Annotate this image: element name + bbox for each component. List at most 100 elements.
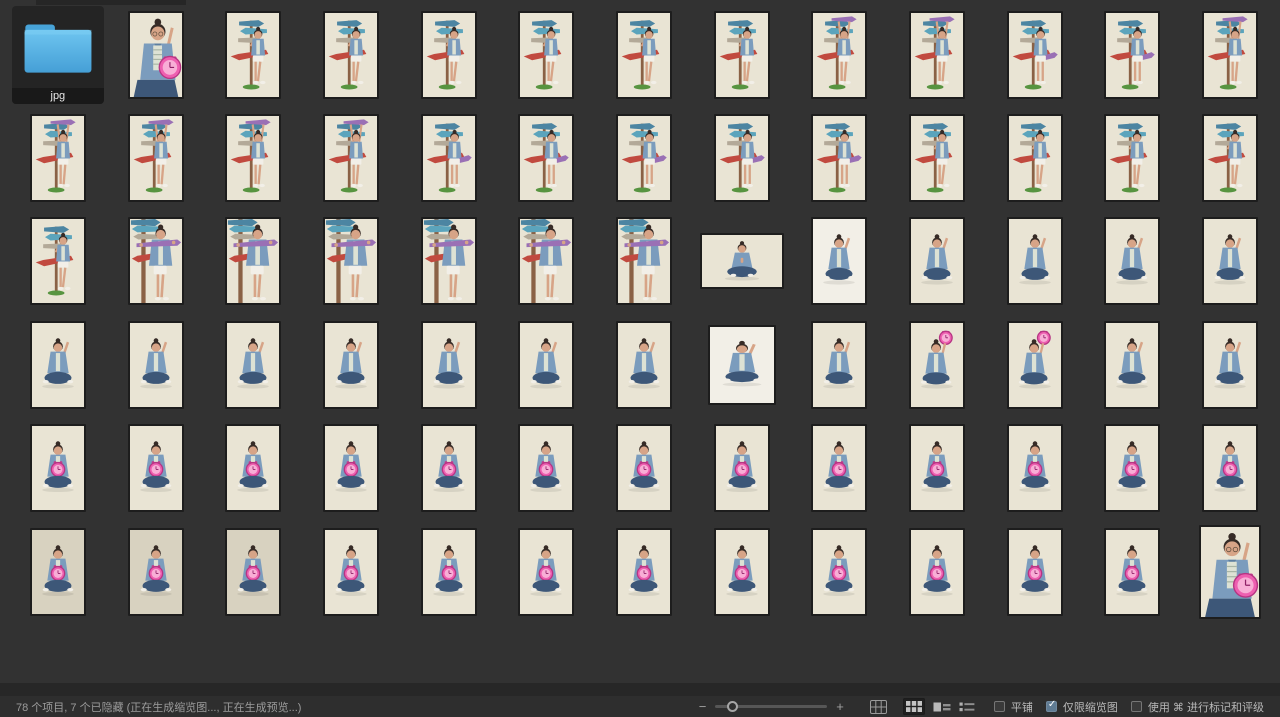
thumbnail-sign-close[interactable] [518,217,574,305]
thumbnail-sign-up[interactable] [811,11,867,99]
thumbnail-sit-clock[interactable] [714,424,770,512]
lock-thumbnail-grid-button[interactable] [870,700,887,714]
thumbnail-sit[interactable] [811,321,867,409]
thumbnail-sit-clock[interactable] [323,528,379,616]
grid-cell [693,3,791,106]
thumbnail-sit-clock[interactable] [1104,528,1160,616]
thumbnail-sit[interactable] [1104,321,1160,409]
grid-view-button[interactable] [903,698,925,715]
thumbnail-sit[interactable] [811,217,867,305]
thumbnail-portrait[interactable] [1199,525,1261,619]
thumbnail-sit-clock[interactable] [909,424,965,512]
thumbnail-sign-stand[interactable] [811,114,867,202]
thumbnail-sit-clock-up[interactable] [909,321,965,409]
thumbnail-sit[interactable] [421,321,477,409]
thumbnail-sit-clock-up[interactable] [1007,321,1063,409]
thumbnail-sit[interactable] [323,321,379,409]
grid-cell [204,106,302,209]
thumbnail-sign-close[interactable] [225,217,281,305]
thumbnail-sign-lean[interactable] [1007,114,1063,202]
thumbnail-sit-clock[interactable] [323,424,379,512]
thumbnail-sit-clock[interactable] [225,528,281,616]
thumbnail-sit-clock[interactable] [518,528,574,616]
thumbnail-sign-lean[interactable] [518,11,574,99]
thumbnail-sign-lean[interactable] [1202,114,1258,202]
thumbnail-sit-clock[interactable] [30,528,86,616]
thumbnails-only-checkbox[interactable]: ✓ [1046,701,1057,712]
thumbnail-sit[interactable] [225,321,281,409]
thumbnail-sit-clock[interactable] [128,528,184,616]
thumbnail-sit-clock[interactable] [128,424,184,512]
thumbnail-sit-clock[interactable] [30,424,86,512]
thumbnail-sit[interactable] [616,321,672,409]
thumbnail-sit[interactable] [1007,217,1063,305]
thumbnail-sit-clock[interactable] [1007,528,1063,616]
thumbnail-sign-up[interactable] [30,114,86,202]
thumbnail-sign-lean[interactable] [225,11,281,99]
thumbnail-sign-stand[interactable] [616,114,672,202]
thumbnail-sit[interactable] [128,321,184,409]
thumbnail-sit[interactable] [708,325,776,405]
slider-knob[interactable] [727,701,738,712]
thumbnail-sign-up[interactable] [323,114,379,202]
thumbnail-sit-clock[interactable] [616,528,672,616]
cmd-rating-checkbox[interactable] [1131,701,1142,712]
thumbnail-sit[interactable] [909,217,965,305]
thumbnail-sit-clock[interactable] [811,424,867,512]
thumbnail-sign-up[interactable] [909,11,965,99]
tile-checkbox[interactable] [994,701,1005,712]
thumbnail-sign-lean[interactable] [714,11,770,99]
thumbnail-sit-clock[interactable] [909,528,965,616]
thumbnail-sign-lean[interactable] [1104,114,1160,202]
thumbnail-sign-lean[interactable] [616,11,672,99]
details-view-button[interactable] [933,701,951,713]
thumbnail-sit-clock[interactable] [518,424,574,512]
thumbnail-meditate[interactable] [700,233,784,289]
thumbnail-sit[interactable] [518,321,574,409]
thumbnail-sit-clock[interactable] [1202,424,1258,512]
thumbnail-sit-clock[interactable] [811,528,867,616]
thumbnail-sit[interactable] [1104,217,1160,305]
zoom-in-button[interactable]: + [836,700,844,713]
photo-illustration [520,13,572,97]
thumbnail-sign-lean[interactable] [30,217,86,305]
thumbnail-sit-clock[interactable] [421,528,477,616]
thumbnail-sit-clock[interactable] [1007,424,1063,512]
thumbnail-sign-lean[interactable] [323,11,379,99]
grid-cell [107,417,205,520]
thumbnail-sit[interactable] [30,321,86,409]
thumbnail-sit-clock[interactable] [421,424,477,512]
thumbnail-sign-stand[interactable] [714,114,770,202]
thumbnail-sign-close[interactable] [323,217,379,305]
grid-cell [497,313,595,416]
list-view-button[interactable] [959,701,975,713]
thumbnail-sit[interactable] [1202,321,1258,409]
photo-illustration [1106,116,1158,200]
thumbnail-sit[interactable] [1202,217,1258,305]
thumbnail-sign-stand[interactable] [518,114,574,202]
thumbnail-sign-lean[interactable] [421,11,477,99]
thumbnail-sign-stand[interactable] [1104,11,1160,99]
thumbnail-size-slider[interactable] [715,701,827,712]
thumbnail-sign-close[interactable] [421,217,477,305]
folder-item[interactable]: jpg [12,6,104,104]
photo-illustration [1106,219,1158,303]
grid-cell [302,106,400,209]
grid-cell [693,313,791,416]
statusbar-divider [0,683,1280,696]
thumbnail-sign-lean[interactable] [909,114,965,202]
thumbnail-sit-clock[interactable] [616,424,672,512]
thumbnail-sign-close[interactable] [616,217,672,305]
thumbnail-portrait[interactable] [128,11,184,99]
thumbnail-sign-stand[interactable] [421,114,477,202]
thumbnail-sit-clock[interactable] [714,528,770,616]
thumbnail-sit-clock[interactable] [1104,424,1160,512]
photo-illustration [1106,426,1158,510]
thumbnail-sign-close[interactable] [128,217,184,305]
thumbnail-sign-up[interactable] [225,114,281,202]
thumbnail-sign-stand[interactable] [1007,11,1063,99]
thumbnail-sit-clock[interactable] [225,424,281,512]
thumbnail-sign-up[interactable] [1202,11,1258,99]
thumbnail-sign-up[interactable] [128,114,184,202]
zoom-out-button[interactable]: − [699,700,707,713]
